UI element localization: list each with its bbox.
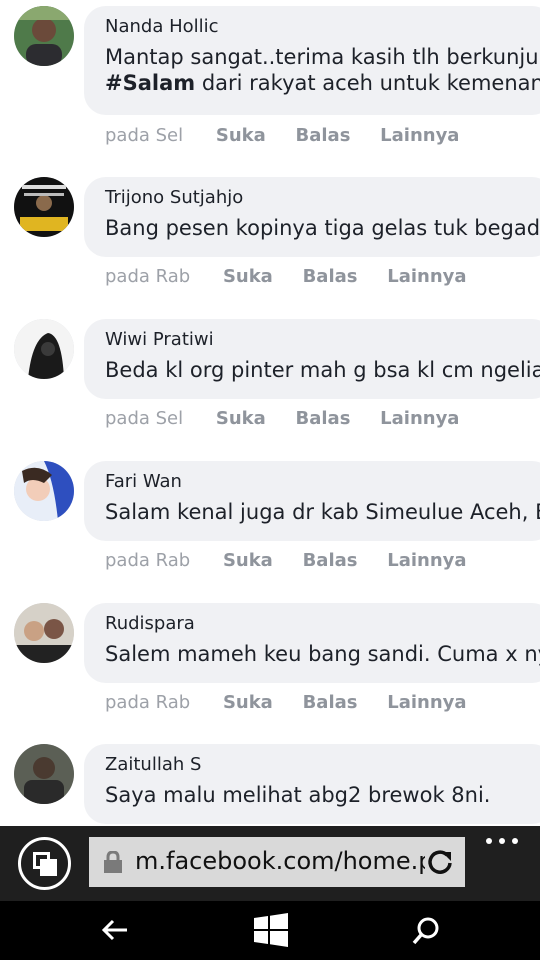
comment-time[interactable]: pada Rab: [105, 265, 190, 289]
more-button[interactable]: Lainnya: [387, 691, 466, 715]
avatar[interactable]: [14, 6, 74, 66]
like-button[interactable]: Suka: [223, 691, 273, 715]
comment-text: Bang pesen kopinya tiga gelas tuk begada…: [105, 216, 540, 240]
like-button[interactable]: Suka: [216, 407, 266, 431]
comment-text: Salem mameh keu bang sandi. Cuma x nyan: [105, 642, 540, 666]
browser-toolbar: m.facebook.com/home.php: [0, 826, 540, 901]
search-icon[interactable]: [411, 916, 441, 946]
address-bar[interactable]: m.facebook.com/home.php: [89, 837, 465, 887]
comment-item: Fari Wan Salam kenal juga dr kab Simeulu…: [0, 461, 540, 603]
comment-bubble[interactable]: Zaitullah S Saya malu melihat abg2 brewo…: [84, 744, 540, 824]
comment-feed[interactable]: Nanda Hollic Mantap sangat..terima kasih…: [0, 0, 540, 826]
refresh-icon[interactable]: [425, 847, 455, 877]
more-button[interactable]: Lainnya: [387, 549, 466, 573]
lock-icon: [104, 851, 122, 873]
reply-button[interactable]: Balas: [296, 407, 351, 431]
comment-item: Nanda Hollic Mantap sangat..terima kasih…: [0, 6, 540, 148]
avatar[interactable]: [14, 603, 74, 663]
comment-item: Zaitullah S Saya malu melihat abg2 brewo…: [0, 744, 540, 826]
more-button[interactable]: Lainnya: [380, 407, 459, 431]
comment-item: Rudispara Salem mameh keu bang sandi. Cu…: [0, 603, 540, 745]
comment-text: Mantap sangat..terima kasih tlh berkunju…: [105, 45, 540, 69]
comment-bubble[interactable]: Fari Wan Salam kenal juga dr kab Simeulu…: [84, 461, 540, 541]
like-button[interactable]: Suka: [223, 265, 273, 289]
system-nav-bar: [0, 901, 540, 960]
avatar[interactable]: [14, 744, 74, 804]
like-button[interactable]: Suka: [216, 124, 266, 148]
comment-actions: pada Rab Suka Balas Lainnya: [105, 549, 491, 573]
comment-author[interactable]: Zaitullah S: [105, 754, 540, 776]
comment-time[interactable]: pada Rab: [105, 549, 190, 573]
hashtag-link[interactable]: #Salam: [105, 71, 195, 95]
more-button[interactable]: Lainnya: [380, 124, 459, 148]
comment-bubble[interactable]: Nanda Hollic Mantap sangat..terima kasih…: [84, 6, 540, 115]
comment-time[interactable]: pada Sel: [105, 407, 183, 431]
more-icon[interactable]: [486, 838, 520, 848]
comment-author[interactable]: Nanda Hollic: [105, 16, 540, 38]
comment-bubble[interactable]: Wiwi Pratiwi Beda kl org pinter mah g bs…: [84, 319, 540, 399]
comment-item: Trijono Sutjahjo Bang pesen kopinya tiga…: [0, 177, 540, 319]
avatar[interactable]: [14, 461, 74, 521]
reply-button[interactable]: Balas: [303, 691, 358, 715]
url-text[interactable]: m.facebook.com/home.php: [135, 846, 425, 876]
comment-text-line2: #Salam dari rakyat aceh untuk kemenangan: [105, 71, 540, 95]
comment-bubble[interactable]: Rudispara Salem mameh keu bang sandi. Cu…: [84, 603, 540, 683]
comment-author[interactable]: Wiwi Pratiwi: [105, 329, 540, 351]
comment-time[interactable]: pada Sel: [105, 124, 183, 148]
reply-button[interactable]: Balas: [303, 265, 358, 289]
comment-author[interactable]: Fari Wan: [105, 471, 540, 493]
like-button[interactable]: Suka: [223, 549, 273, 573]
comment-actions: pada Sel Suka Balas Lainnya: [105, 407, 483, 431]
reply-button[interactable]: Balas: [303, 549, 358, 573]
more-button[interactable]: Lainnya: [387, 265, 466, 289]
comment-bubble[interactable]: Trijono Sutjahjo Bang pesen kopinya tiga…: [84, 177, 540, 257]
reply-button[interactable]: Balas: [296, 124, 351, 148]
tabs-button[interactable]: [18, 837, 71, 890]
comment-author[interactable]: Rudispara: [105, 613, 540, 635]
avatar[interactable]: [14, 177, 74, 237]
comment-text: Salam kenal juga dr kab Simeulue Aceh, B…: [105, 500, 540, 524]
comment-text: Beda kl org pinter mah g bsa kl cm ngeli…: [105, 358, 540, 382]
avatar[interactable]: [14, 319, 74, 379]
comment-time[interactable]: pada Rab: [105, 691, 190, 715]
comment-actions: pada Rab Suka Balas Lainnya: [105, 691, 491, 715]
comment-actions: pada Rab Suka Balas Lainnya: [105, 265, 491, 289]
comment-text: Saya malu melihat abg2 brewok 8ni.: [105, 783, 491, 807]
back-arrow-icon[interactable]: [101, 918, 129, 942]
windows-icon[interactable]: [254, 913, 288, 947]
comment-author[interactable]: Trijono Sutjahjo: [105, 187, 540, 209]
comment-actions: pada Sel Suka Balas Lainnya: [105, 124, 483, 148]
comment-item: Wiwi Pratiwi Beda kl org pinter mah g bs…: [0, 319, 540, 461]
